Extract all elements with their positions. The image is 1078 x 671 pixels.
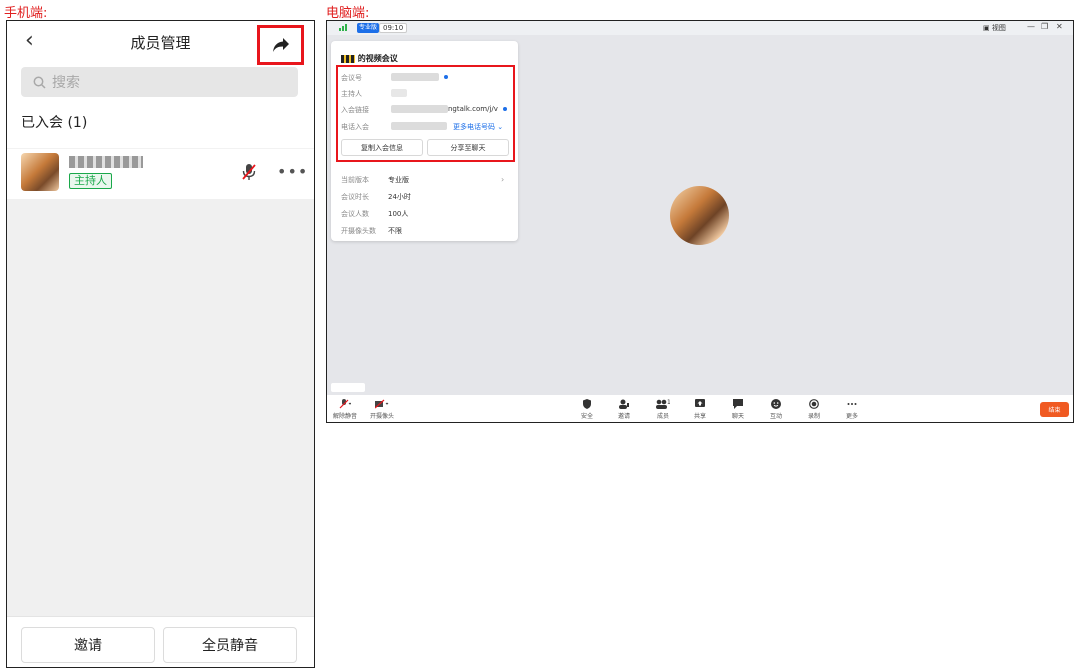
detail-value: 专业版 — [388, 176, 409, 184]
mobile-header: ‹ 成员管理 搜索 已入会 (1) 主持人 ••• — [7, 21, 314, 199]
detail-value: 100人 — [388, 210, 409, 218]
chat-label: 聊天 — [732, 413, 745, 420]
record-button[interactable]: 录制 — [808, 399, 820, 420]
desktop-window: 专业版 09:10 ▣ 视图 — ❐ ✕ 的视频会议 会议号 主持人 入会链接 … — [326, 20, 1074, 423]
label-meeting-id: 会议号 — [341, 74, 362, 82]
unmute-button[interactable]: 解除静音 — [333, 399, 357, 420]
members-icon: 1 — [656, 399, 670, 409]
mobile-footer: 邀请 全员静音 — [7, 616, 314, 667]
members-button[interactable]: 1 成员 — [656, 399, 670, 420]
label-join-link: 入会链接 — [341, 106, 369, 114]
view-label: 视图 — [991, 24, 1006, 32]
copy-link-icon[interactable] — [503, 107, 507, 111]
avatar — [21, 153, 59, 191]
camera-button[interactable]: 开摄像头 — [370, 399, 394, 420]
camera-off-icon — [375, 399, 389, 409]
detail-label: 当前版本 — [341, 176, 369, 184]
invite-button-desktop[interactable]: 邀请 — [618, 399, 630, 420]
camera-label: 开摄像头 — [370, 413, 395, 420]
mobile-screen: ‹ 成员管理 搜索 已入会 (1) 主持人 ••• 邀请 全员静音 — [6, 20, 315, 668]
more-phones-link[interactable]: 更多电话号码 ⌄ — [453, 122, 503, 132]
mobile-caption: 手机端: — [4, 6, 48, 21]
join-link-redacted — [391, 105, 448, 113]
record-icon — [809, 399, 819, 409]
more-icon[interactable]: ••• — [277, 162, 308, 181]
member-row[interactable]: 主持人 ••• — [7, 148, 314, 198]
phone-redacted — [391, 122, 447, 130]
member-count: 1 — [667, 399, 670, 406]
invite-label: 邀请 — [618, 413, 631, 420]
security-label: 安全 — [581, 413, 594, 420]
label-phone-join: 电话入会 — [341, 123, 369, 131]
shield-icon — [583, 399, 591, 409]
share-label: 共享 — [694, 413, 707, 420]
emoji-icon — [771, 399, 781, 409]
mic-off-icon[interactable] — [241, 163, 257, 181]
mute-all-button[interactable]: 全员静音 — [163, 627, 297, 663]
end-meeting-button[interactable]: 结束 — [1040, 402, 1069, 417]
signal-icon — [339, 24, 347, 31]
detail-value: 24小时 — [388, 193, 411, 201]
search-icon — [33, 76, 46, 89]
detail-label: 会议时长 — [341, 193, 369, 201]
copy-icon[interactable] — [444, 75, 448, 79]
meeting-timer[interactable]: 09:10 — [379, 23, 408, 33]
desktop-caption: 电脑端: — [326, 6, 370, 21]
more-button[interactable]: 更多 — [846, 399, 858, 420]
invite-button[interactable]: 邀请 — [21, 627, 155, 663]
meeting-toolbar: 解除静音 开摄像头 安全 邀请 1 成员 共享 聊天 互动 — [327, 395, 1073, 422]
search-placeholder: 搜索 — [52, 75, 80, 91]
unmute-label: 解除静音 — [333, 413, 358, 420]
record-label: 录制 — [808, 413, 821, 420]
chat-button[interactable]: 聊天 — [732, 399, 744, 420]
interact-label: 互动 — [770, 413, 783, 420]
title-bar: 专业版 09:10 ▣ 视图 — ❐ ✕ — [327, 21, 1073, 35]
members-label: 成员 — [656, 413, 669, 420]
label-host: 主持人 — [341, 90, 362, 98]
participant-avatar — [670, 186, 729, 245]
invite-icon — [619, 399, 629, 409]
chevron-right-icon[interactable]: › — [501, 175, 504, 184]
detail-value: 不限 — [388, 227, 402, 235]
share-screen-icon — [695, 399, 705, 407]
share-arrow-icon — [272, 38, 289, 52]
member-name-redacted — [69, 156, 143, 168]
chat-icon — [733, 399, 743, 409]
host-redacted — [391, 89, 407, 97]
share-to-chat-button[interactable]: 分享至聊天 — [427, 139, 509, 156]
copy-info-button[interactable]: 复制入会信息 — [341, 139, 423, 156]
section-joined: 已入会 (1) — [21, 115, 88, 131]
mic-off-icon — [339, 399, 351, 409]
host-badge: 主持人 — [69, 173, 112, 189]
more-phones-label: 更多电话号码 — [453, 123, 495, 131]
search-input[interactable]: 搜索 — [21, 67, 298, 97]
view-button[interactable]: ▣ 视图 — [983, 23, 1006, 33]
meeting-title: 的视频会议 — [341, 53, 398, 64]
detail-label: 会议人数 — [341, 210, 369, 218]
chevron-down-icon: ⌄ — [497, 123, 504, 131]
share-screen-button[interactable]: 共享 — [694, 399, 706, 420]
meeting-id-redacted — [391, 73, 439, 81]
edition-badge: 专业版 — [357, 23, 380, 33]
meeting-title-text: 的视频会议 — [357, 54, 398, 63]
more-icon — [847, 403, 857, 405]
join-link-text: ngtalk.com/j/v — [448, 105, 498, 113]
more-label: 更多 — [846, 413, 859, 420]
detail-label: 开摄像头数 — [341, 227, 376, 235]
meeting-logo-icon — [341, 54, 355, 63]
self-name-tag — [331, 383, 365, 392]
restore-icon[interactable]: ❐ — [1041, 22, 1048, 31]
share-button[interactable] — [257, 25, 304, 65]
minimize-icon[interactable]: — — [1027, 22, 1035, 31]
meeting-info-panel: 的视频会议 会议号 主持人 入会链接 ngtalk.com/j/v 电话入会 更… — [331, 41, 518, 241]
interact-button[interactable]: 互动 — [770, 399, 782, 420]
security-button[interactable]: 安全 — [581, 399, 593, 420]
close-icon[interactable]: ✕ — [1056, 22, 1063, 31]
